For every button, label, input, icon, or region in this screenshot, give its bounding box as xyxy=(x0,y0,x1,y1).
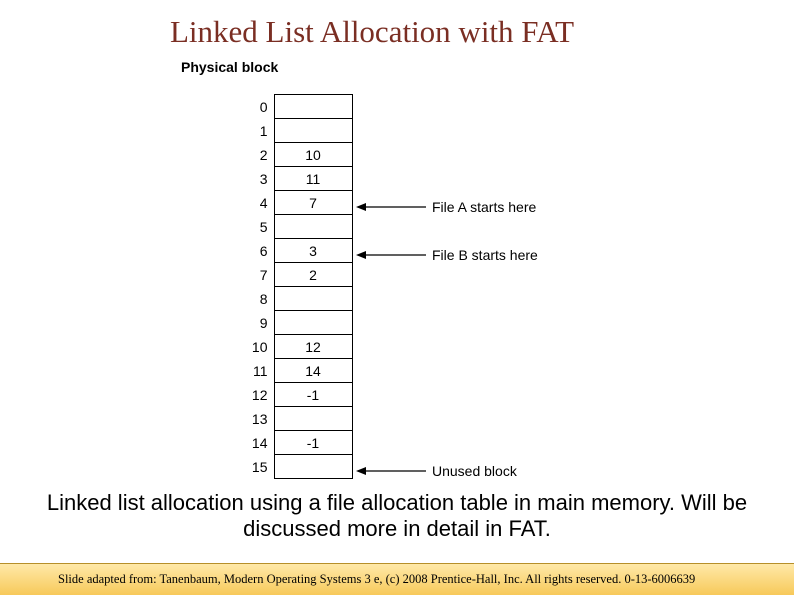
row-value: -1 xyxy=(274,431,352,455)
row-index: 0 xyxy=(248,95,274,119)
row-index: 5 xyxy=(248,215,274,239)
row-index: 12 xyxy=(248,383,274,407)
row-index: 1 xyxy=(248,119,274,143)
row-index: 8 xyxy=(248,287,274,311)
table-row: 15 xyxy=(248,455,352,479)
row-index: 6 xyxy=(248,239,274,263)
row-value xyxy=(274,287,352,311)
table-row: 72 xyxy=(248,263,352,287)
table-row: 1012 xyxy=(248,335,352,359)
row-index: 7 xyxy=(248,263,274,287)
table-row: 8 xyxy=(248,287,352,311)
row-index: 11 xyxy=(248,359,274,383)
row-index: 3 xyxy=(248,167,274,191)
row-index: 10 xyxy=(248,335,274,359)
table-row: 47 xyxy=(248,191,352,215)
table-row: 0 xyxy=(248,95,352,119)
row-value: 14 xyxy=(274,359,352,383)
table-row: 14-1 xyxy=(248,431,352,455)
row-index: 15 xyxy=(248,455,274,479)
row-value xyxy=(274,95,352,119)
slide-caption: Linked list allocation using a file allo… xyxy=(40,490,754,543)
row-value xyxy=(274,215,352,239)
row-value: -1 xyxy=(274,383,352,407)
row-value xyxy=(274,119,352,143)
table-row: 9 xyxy=(248,311,352,335)
row-index: 13 xyxy=(248,407,274,431)
row-index: 2 xyxy=(248,143,274,167)
arrow-unused xyxy=(356,464,426,478)
table-row: 311 xyxy=(248,167,352,191)
row-index: 4 xyxy=(248,191,274,215)
table-row: 13 xyxy=(248,407,352,431)
label-file-b: File B starts here xyxy=(432,247,538,263)
row-value: 2 xyxy=(274,263,352,287)
row-value xyxy=(274,311,352,335)
label-file-a: File A starts here xyxy=(432,199,536,215)
row-value: 12 xyxy=(274,335,352,359)
row-value: 3 xyxy=(274,239,352,263)
table-row: 210 xyxy=(248,143,352,167)
table-row: 12-1 xyxy=(248,383,352,407)
physical-block-label: Physical block xyxy=(181,60,278,75)
row-value xyxy=(274,455,352,479)
row-index: 14 xyxy=(248,431,274,455)
row-value: 11 xyxy=(274,167,352,191)
table-row: 5 xyxy=(248,215,352,239)
table-row: 1114 xyxy=(248,359,352,383)
arrow-file-a xyxy=(356,200,426,214)
fat-table: 012103114756372891012111412-11314-115 xyxy=(248,94,353,479)
label-unused: Unused block xyxy=(432,463,517,479)
slide-title: Linked List Allocation with FAT xyxy=(170,14,574,50)
row-index: 9 xyxy=(248,311,274,335)
row-value: 10 xyxy=(274,143,352,167)
table-row: 1 xyxy=(248,119,352,143)
row-value: 7 xyxy=(274,191,352,215)
row-value xyxy=(274,407,352,431)
arrow-file-b xyxy=(356,248,426,262)
table-row: 63 xyxy=(248,239,352,263)
attribution-text: Slide adapted from: Tanenbaum, Modern Op… xyxy=(58,572,695,587)
